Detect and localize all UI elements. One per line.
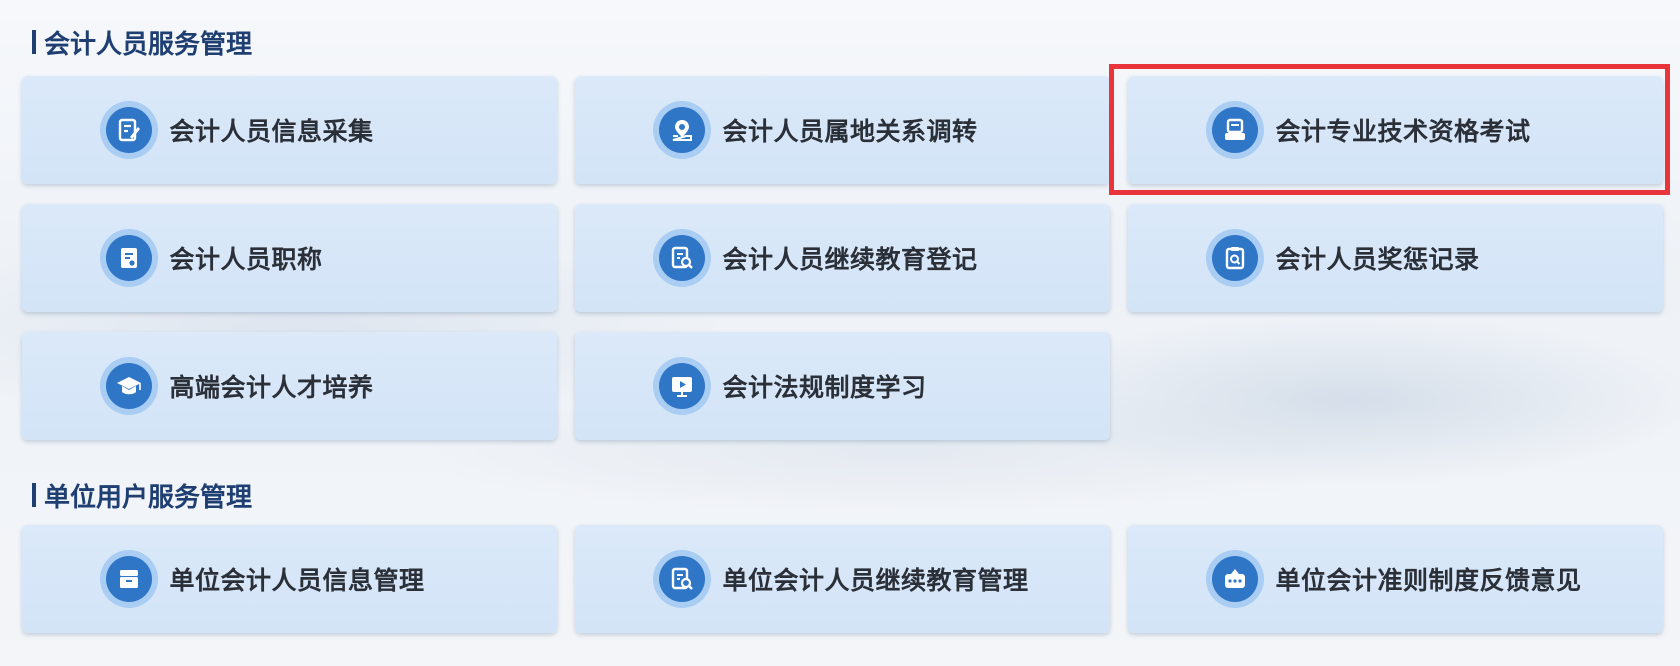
location-pin-icon — [652, 101, 711, 159]
service-card-continuing-education[interactable]: 会计人员继续教育登记 — [575, 204, 1110, 312]
service-grid: 单位会计人员信息管理 单位会计人员继续教育管理 单位会计准则制度反馈意见 — [22, 525, 1663, 633]
card-label: 单位会计人员继续教育管理 — [722, 566, 1029, 595]
card-label: 会计人员奖惩记录 — [1275, 245, 1480, 274]
card-label: 会计法规制度学习 — [722, 373, 927, 402]
card-label: 会计人员信息采集 — [169, 117, 374, 146]
card-label: 会计人员继续教育登记 — [722, 245, 978, 274]
edit-form-icon — [99, 101, 158, 159]
service-card-standards-feedback[interactable]: 单位会计准则制度反馈意见 — [1128, 525, 1663, 633]
card-label: 高端会计人才培养 — [169, 373, 374, 402]
service-card-regulation-study[interactable]: 会计法规制度学习 — [575, 332, 1110, 440]
section-title-text: 会计人员服务管理 — [44, 29, 253, 60]
service-card-territorial-transfer[interactable]: 会计人员属地关系调转 — [575, 76, 1110, 184]
service-card-talent-training[interactable]: 高端会计人才培养 — [22, 332, 557, 440]
document-search-icon — [652, 229, 711, 287]
certificate-star-icon — [99, 229, 158, 287]
feedback-chat-icon — [1205, 550, 1264, 608]
title-accent-bar — [32, 30, 36, 54]
service-card-unit-info-management[interactable]: 单位会计人员信息管理 — [22, 525, 557, 633]
section-title-text: 单位用户服务管理 — [44, 482, 253, 513]
service-card-professional-title[interactable]: 会计人员职称 — [22, 204, 557, 312]
card-label: 会计人员属地关系调转 — [722, 117, 978, 146]
exam-document-icon — [1205, 101, 1264, 159]
section-title: 会计人员服务管理 — [22, 22, 1662, 62]
section-accountant-services: 会计人员服务管理 会计人员信息采集 会计人员属地关系调转 会计专业技术资格考试 … — [22, 22, 1663, 440]
service-grid: 会计人员信息采集 会计人员属地关系调转 会计专业技术资格考试 会计人员职称 会计… — [22, 76, 1663, 440]
section-title: 单位用户服务管理 — [22, 475, 1662, 515]
service-card-unit-education-management[interactable]: 单位会计人员继续教育管理 — [575, 525, 1110, 633]
title-accent-bar — [32, 483, 36, 507]
service-card-info-collection[interactable]: 会计人员信息采集 — [22, 76, 557, 184]
clipboard-search-icon — [1205, 229, 1264, 287]
service-card-rewards-penalties[interactable]: 会计人员奖惩记录 — [1128, 204, 1663, 312]
card-label: 会计人员职称 — [169, 245, 323, 274]
card-label: 会计专业技术资格考试 — [1275, 117, 1531, 146]
card-label: 单位会计准则制度反馈意见 — [1275, 566, 1582, 595]
archive-drawer-icon — [99, 550, 158, 608]
video-play-icon — [652, 357, 711, 415]
document-search-icon — [652, 550, 711, 608]
card-label: 单位会计人员信息管理 — [169, 566, 425, 595]
service-card-qualification-exam[interactable]: 会计专业技术资格考试 — [1128, 76, 1663, 184]
graduation-cap-icon — [99, 357, 158, 415]
section-unit-services: 单位用户服务管理 单位会计人员信息管理 单位会计人员继续教育管理 单位会计准则制… — [22, 475, 1663, 633]
